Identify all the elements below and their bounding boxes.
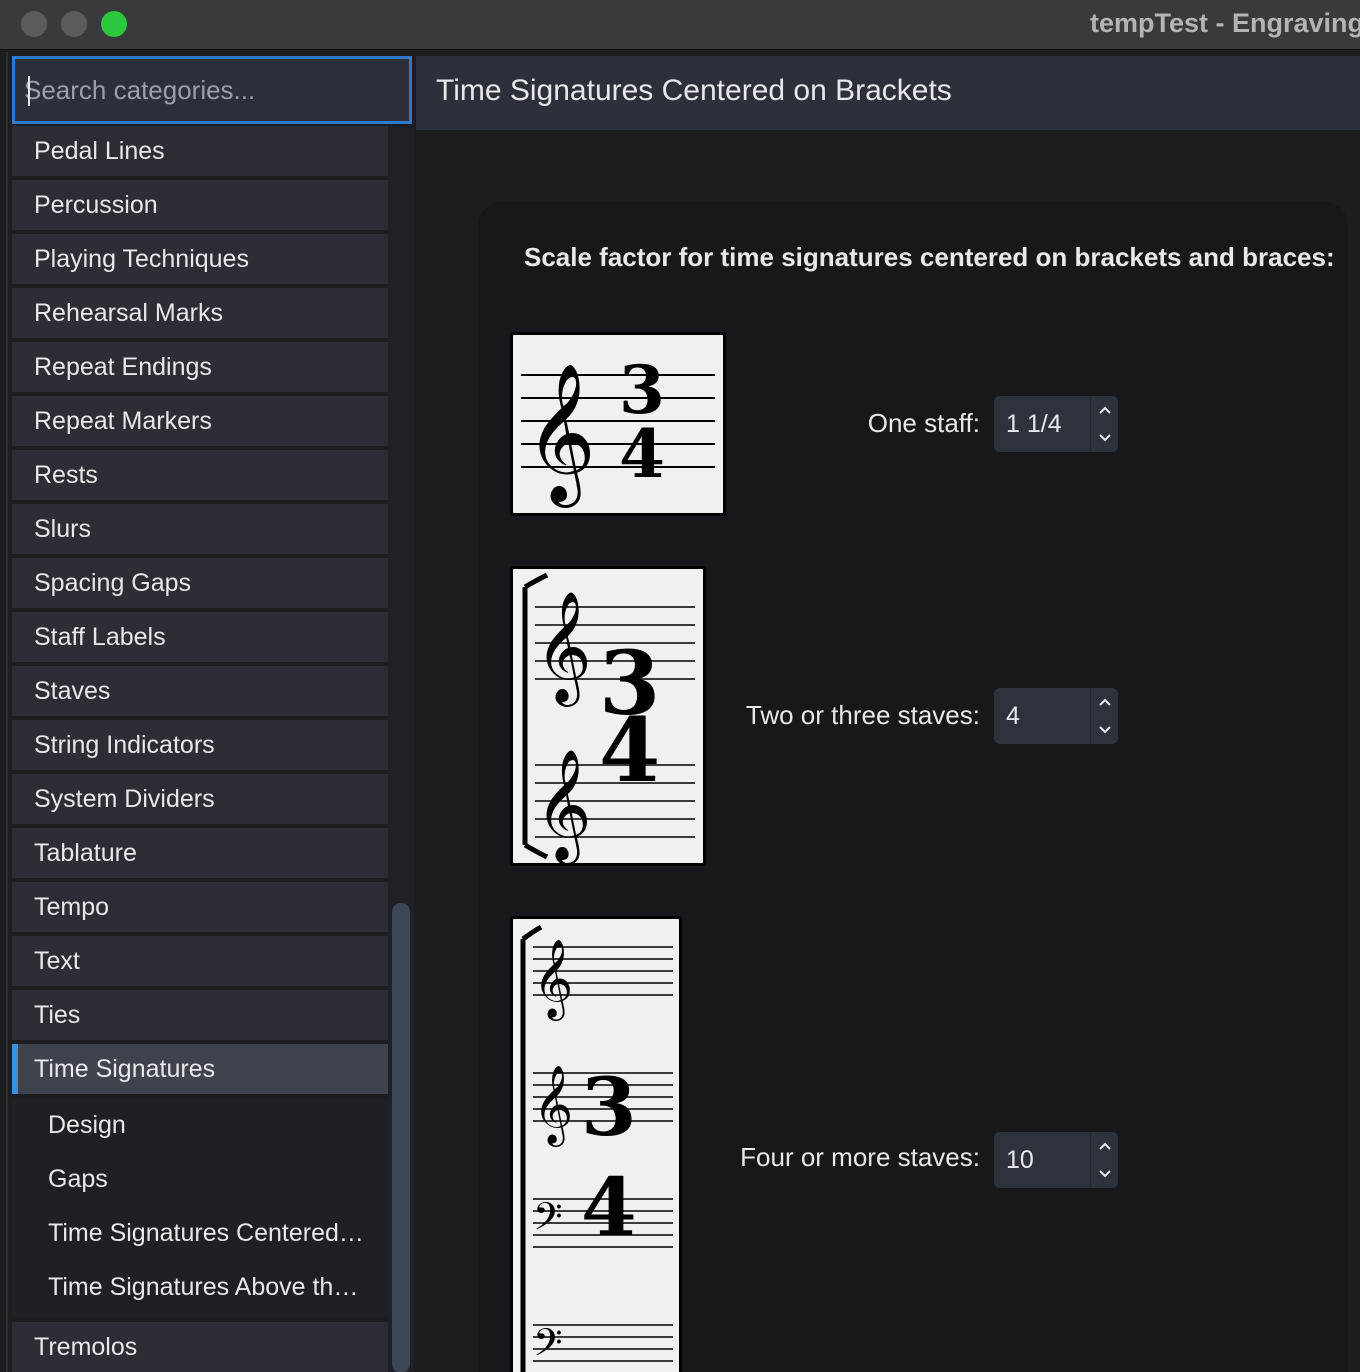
decrement-chevron-down-icon[interactable] bbox=[1091, 424, 1119, 452]
sidebar-subitem-above-staff[interactable]: Time Signatures Above th… bbox=[12, 1260, 388, 1314]
sidebar-scrollbar[interactable] bbox=[392, 903, 410, 1372]
time-signatures-subcategories: Design Gaps Time Signatures Centered… Ti… bbox=[12, 1098, 388, 1318]
sidebar-item-repeat-endings[interactable]: Repeat Endings bbox=[12, 342, 388, 392]
sidebar-subitem-design[interactable]: Design bbox=[12, 1098, 388, 1152]
two-or-three-staves-value-input[interactable] bbox=[994, 688, 1088, 744]
svg-text:𝄞: 𝄞 bbox=[533, 939, 573, 1021]
time-sig-denominator: 4 bbox=[581, 1160, 637, 1254]
svg-text:𝄢: 𝄢 bbox=[533, 1320, 563, 1372]
four-or-more-staves-spinbox[interactable] bbox=[994, 1132, 1118, 1188]
four-or-more-staves-stepper bbox=[1090, 1132, 1118, 1188]
window-title: tempTest - Engraving bbox=[1089, 8, 1360, 38]
sidebar-item-slurs[interactable]: Slurs bbox=[12, 504, 388, 554]
search-categories-input[interactable] bbox=[15, 59, 409, 121]
sidebar-item-time-signatures[interactable]: Time Signatures bbox=[12, 1044, 388, 1094]
text-caret bbox=[28, 76, 30, 106]
two-or-three-staves-spinbox[interactable] bbox=[994, 688, 1118, 744]
svg-text:𝄞: 𝄞 bbox=[533, 1065, 573, 1147]
one-staff-spinbox[interactable] bbox=[994, 396, 1118, 452]
zoom-window-button[interactable] bbox=[101, 11, 127, 37]
sidebar-item-tremolos[interactable]: Tremolos bbox=[12, 1322, 388, 1372]
window-titlebar: tempTest - Engraving bbox=[0, 0, 1360, 50]
page-title: Time Signatures Centered on Brackets bbox=[436, 74, 952, 107]
one-staff-preview-image: 𝄞 3 4 bbox=[510, 332, 726, 516]
time-sig-numerator: 3 bbox=[581, 1060, 637, 1154]
svg-text:𝄞: 𝄞 bbox=[535, 748, 592, 863]
settings-panel: Time Signatures Centered on Brackets Sca… bbox=[416, 52, 1360, 1372]
category-sidebar: Pedal Lines Percussion Playing Technique… bbox=[6, 52, 416, 1372]
time-sig-denominator: 4 bbox=[599, 698, 660, 802]
sidebar-item-repeat-markers[interactable]: Repeat Markers bbox=[12, 396, 388, 446]
sidebar-item-tempo[interactable]: Tempo bbox=[12, 882, 388, 932]
two-or-three-staves-label: Two or three staves: bbox=[745, 700, 980, 730]
svg-text:𝄞: 𝄞 bbox=[525, 363, 596, 508]
svg-text:𝄞: 𝄞 bbox=[535, 590, 592, 707]
two-staves-preview-image: 𝄞 𝄞 3 4 bbox=[510, 566, 706, 866]
sidebar-item-system-dividers[interactable]: System Dividers bbox=[12, 774, 388, 824]
decrement-chevron-down-icon[interactable] bbox=[1091, 1160, 1119, 1188]
sidebar-item-rehearsal-marks[interactable]: Rehearsal Marks bbox=[12, 288, 388, 338]
section-heading: Scale factor for time signatures centere… bbox=[524, 242, 1335, 272]
sidebar-subitem-gaps[interactable]: Gaps bbox=[12, 1152, 388, 1206]
increment-chevron-up-icon[interactable] bbox=[1091, 396, 1119, 424]
increment-chevron-up-icon[interactable] bbox=[1091, 1132, 1119, 1160]
sidebar-item-pedal-lines[interactable]: Pedal Lines bbox=[12, 126, 388, 176]
one-staff-time-signature-preview-icon: 𝄞 3 4 bbox=[521, 351, 715, 508]
category-list: Pedal Lines Percussion Playing Technique… bbox=[12, 126, 388, 1372]
sidebar-item-staves[interactable]: Staves bbox=[12, 666, 388, 716]
four-or-more-staves-value-input[interactable] bbox=[994, 1132, 1088, 1188]
search-box[interactable] bbox=[12, 56, 412, 124]
one-staff-value-input[interactable] bbox=[994, 396, 1088, 452]
time-sig-denominator: 4 bbox=[619, 415, 665, 493]
sidebar-item-rests[interactable]: Rests bbox=[12, 450, 388, 500]
decrement-chevron-down-icon[interactable] bbox=[1091, 716, 1119, 744]
one-staff-label: One staff: bbox=[867, 408, 980, 438]
one-staff-stepper bbox=[1090, 396, 1118, 452]
sidebar-item-ties[interactable]: Ties bbox=[12, 990, 388, 1040]
sidebar-item-staff-labels[interactable]: Staff Labels bbox=[12, 612, 388, 662]
sidebar-item-spacing-gaps[interactable]: Spacing Gaps bbox=[12, 558, 388, 608]
sidebar-item-text[interactable]: Text bbox=[12, 936, 388, 986]
settings-card: Scale factor for time signatures centere… bbox=[478, 202, 1348, 1372]
four-or-more-staves-label: Four or more staves: bbox=[740, 1142, 980, 1172]
close-window-button[interactable] bbox=[21, 11, 47, 37]
sidebar-item-tablature[interactable]: Tablature bbox=[12, 828, 388, 878]
two-or-three-staves-stepper bbox=[1090, 688, 1118, 744]
sidebar-item-string-indicators[interactable]: String Indicators bbox=[12, 720, 388, 770]
svg-text:𝄢: 𝄢 bbox=[533, 1194, 563, 1248]
increment-chevron-up-icon[interactable] bbox=[1091, 688, 1119, 716]
four-staves-preview-image: 𝄞 𝄞 𝄢 𝄢 3 4 bbox=[510, 916, 682, 1372]
page-header: Time Signatures Centered on Brackets bbox=[416, 56, 1360, 130]
minimize-window-button[interactable] bbox=[61, 11, 87, 37]
sidebar-subitem-centered-on-brackets[interactable]: Time Signatures Centered… bbox=[12, 1206, 388, 1260]
two-staves-bracket-time-signature-preview-icon: 𝄞 𝄞 3 4 bbox=[522, 572, 695, 863]
sidebar-item-percussion[interactable]: Percussion bbox=[12, 180, 388, 230]
four-staves-bracket-time-signature-preview-icon: 𝄞 𝄞 𝄢 𝄢 3 4 bbox=[520, 924, 673, 1372]
sidebar-item-playing-techniques[interactable]: Playing Techniques bbox=[12, 234, 388, 284]
